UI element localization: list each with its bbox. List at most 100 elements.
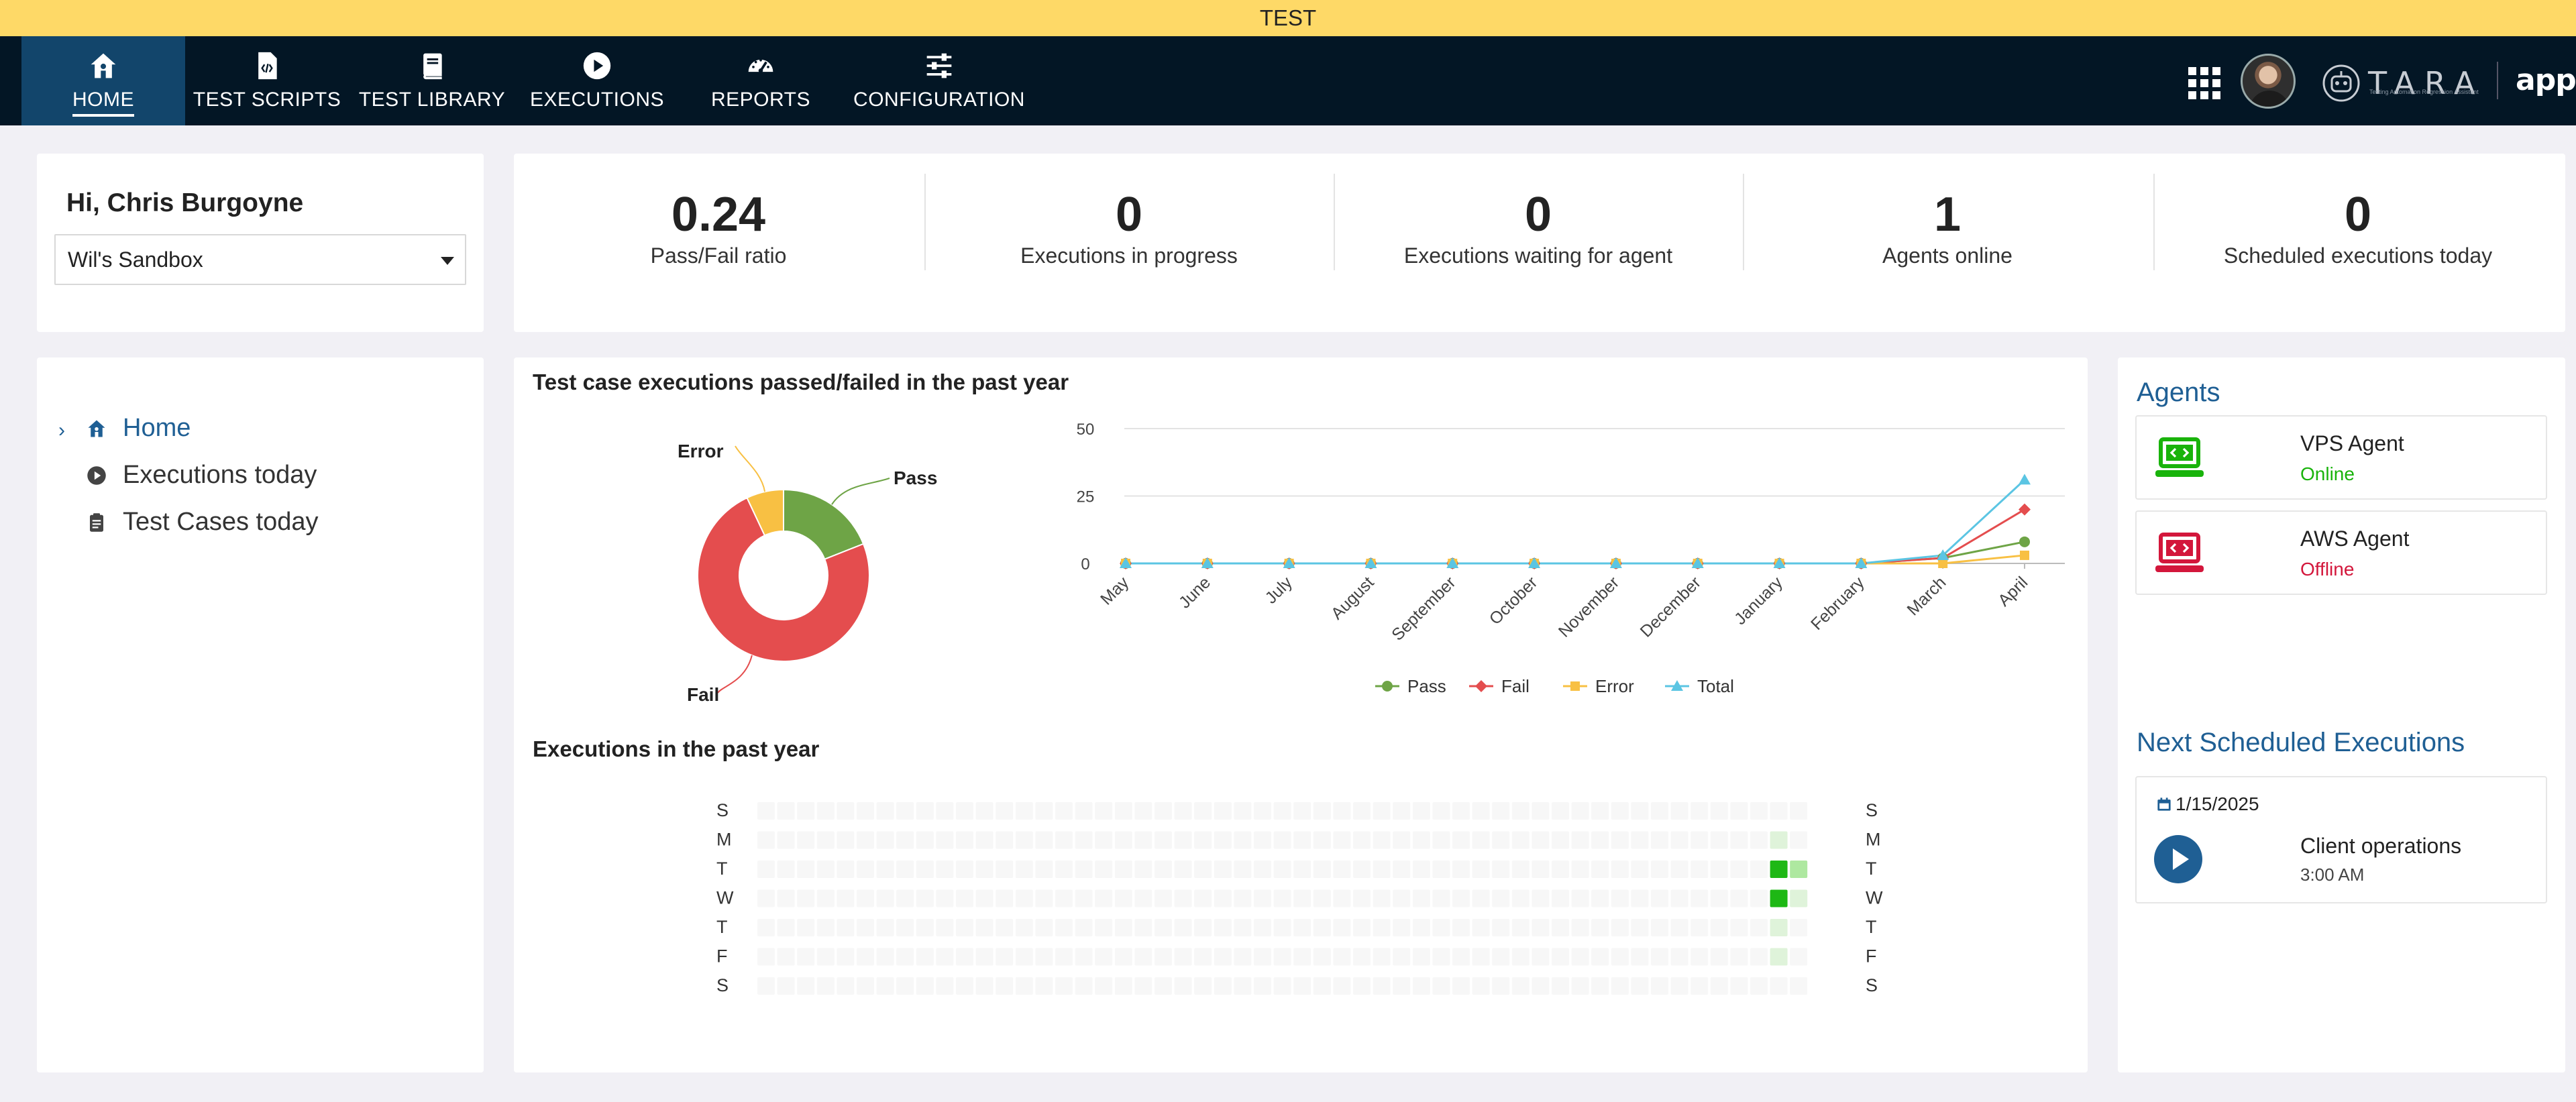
- calendar-day-cell: [1611, 802, 1629, 820]
- calendar-day-cell: [975, 919, 994, 936]
- calendar-day-cell: [1035, 802, 1053, 820]
- calendar-day-cell: [975, 977, 994, 995]
- calendar-day-cell: [1571, 802, 1589, 820]
- calendar-day-cell: [777, 802, 795, 820]
- workspace-select[interactable]: Wil's Sandbox: [54, 234, 466, 285]
- calendar-day-cell: [916, 948, 934, 966]
- calendar-day-cell: [1452, 831, 1470, 849]
- calendar-day-cell: [797, 919, 815, 936]
- stat-label: Agents online: [1882, 243, 2012, 268]
- scheduled-execution-item[interactable]: 1/15/2025 Client operations 3:00 AM: [2135, 776, 2547, 903]
- calendar-day-cell: [1651, 948, 1668, 966]
- calendar-day-cell: [1234, 977, 1252, 995]
- user-avatar[interactable]: [2241, 54, 2296, 109]
- x-tick-label-january: January: [1731, 573, 1786, 628]
- calendar-day-cell: [1095, 948, 1113, 966]
- calendar-day-cell: [936, 861, 954, 878]
- script-file-icon: [258, 52, 277, 79]
- calendar-day-cell: [1571, 919, 1589, 936]
- calendar-day-cell: [1194, 831, 1212, 849]
- nav-label: EXECUTIONS: [529, 88, 665, 111]
- calendar-day-cell: [777, 831, 795, 849]
- calendar-day-cell: [1651, 889, 1668, 907]
- calendar-day-cell: [1373, 802, 1391, 820]
- calendar-day-cell: [876, 802, 894, 820]
- laptop-code-icon: [2155, 533, 2204, 572]
- calendar-day-cell: [757, 977, 775, 995]
- sidebar-item-test-cases-today[interactable]: Test Cases today: [37, 502, 466, 543]
- calendar-day-cell: [1373, 831, 1391, 849]
- sidebar-item-executions-today[interactable]: Executions today: [37, 455, 466, 496]
- calendar-day-cell: [1055, 889, 1073, 907]
- nav-tab-test-scripts[interactable]: TEST SCRIPTS: [192, 36, 342, 125]
- calendar-day-cell: [1432, 889, 1450, 907]
- calendar-day-cell: [1591, 861, 1609, 878]
- calendar-day-cell: [1770, 889, 1788, 907]
- agent-item-vps[interactable]: VPS Agent Online: [2135, 415, 2547, 500]
- calendar-day-cell: [1631, 919, 1649, 936]
- calendar-day-cell: [1651, 802, 1668, 820]
- calendar-day-cell: [1273, 831, 1291, 849]
- calendar-day-cell: [1254, 919, 1271, 936]
- calendar-day-cell: [1710, 977, 1728, 995]
- laptop-code-icon: [2155, 437, 2204, 477]
- next-scheduled-title: Next Scheduled Executions: [2137, 728, 2465, 757]
- calendar-day-cell: [1254, 802, 1271, 820]
- calendar-day-cell: [1611, 889, 1629, 907]
- calendar-day-cell: [1472, 977, 1490, 995]
- play-button[interactable]: [2154, 835, 2202, 883]
- calendar-day-cell: [1710, 919, 1728, 936]
- calendar-day-cell: [1393, 889, 1411, 907]
- calendar-day-cell: [1532, 948, 1550, 966]
- calendar-day-cell: [1373, 861, 1391, 878]
- calendar-day-cell: [1333, 948, 1351, 966]
- calendar-row-label-right: S: [1866, 800, 1878, 820]
- calendar-day-cell: [1194, 977, 1212, 995]
- calendar-day-cell: [916, 831, 934, 849]
- calendar-day-cell: [1035, 831, 1053, 849]
- nav-tab-test-library[interactable]: TEST LIBRARY: [356, 36, 508, 125]
- stat-value: 0: [2344, 188, 2372, 241]
- calendar-day-cell: [1254, 861, 1271, 878]
- calendar-day-cell: [1591, 948, 1609, 966]
- calendar-day-cell: [797, 889, 815, 907]
- play-circle-icon: [87, 466, 106, 485]
- calendar-day-cell: [1035, 861, 1053, 878]
- calendar-day-cell: [1393, 802, 1411, 820]
- calendar-day-cell: [1631, 831, 1649, 849]
- calendar-day-cell: [1254, 889, 1271, 907]
- calendar-day-cell: [1750, 831, 1768, 849]
- sidebar-item-home[interactable]: › Home: [37, 408, 466, 449]
- stat-executions-in-progress: 0 Executions in progress: [924, 154, 1334, 332]
- calendar-day-cell: [797, 861, 815, 878]
- calendar-day-cell: [1075, 889, 1093, 907]
- calendar-day-cell: [1730, 919, 1748, 936]
- calendar-day-cell: [996, 861, 1014, 878]
- nav-label: HOME: [72, 89, 134, 117]
- app-launcher-icon[interactable]: [2188, 67, 2220, 99]
- calendar-day-cell: [1690, 948, 1709, 966]
- calendar-day-cell: [816, 948, 835, 966]
- nav-tab-configuration[interactable]: CONFIGURATION: [849, 36, 1029, 125]
- calendar-day-cell: [876, 977, 894, 995]
- calendar-day-cell: [1511, 802, 1529, 820]
- calendar-day-cell: [1174, 831, 1192, 849]
- calendar-day-cell: [1095, 919, 1113, 936]
- home-icon: [88, 420, 105, 437]
- calendar-day-cell: [1194, 919, 1212, 936]
- calendar-day-cell: [1730, 802, 1748, 820]
- calendar-day-cell: [1452, 889, 1470, 907]
- nav-tab-home[interactable]: HOME: [21, 36, 185, 125]
- calendar-day-cell: [876, 948, 894, 966]
- calendar-day-cell: [1155, 977, 1172, 995]
- nav-tab-reports[interactable]: REPORTS: [686, 36, 836, 125]
- agent-item-aws[interactable]: AWS Agent Offline: [2135, 510, 2547, 595]
- series-line-fail: [1126, 508, 2025, 565]
- calendar-day-cell: [857, 977, 874, 995]
- calendar-day-cell: [837, 948, 855, 966]
- calendar-day-cell: [1114, 861, 1132, 878]
- calendar-day-cell: [837, 889, 855, 907]
- calendar-day-cell: [1552, 948, 1569, 966]
- nav-tab-executions[interactable]: EXECUTIONS: [522, 36, 672, 125]
- x-tick-label-july: July: [1262, 573, 1297, 608]
